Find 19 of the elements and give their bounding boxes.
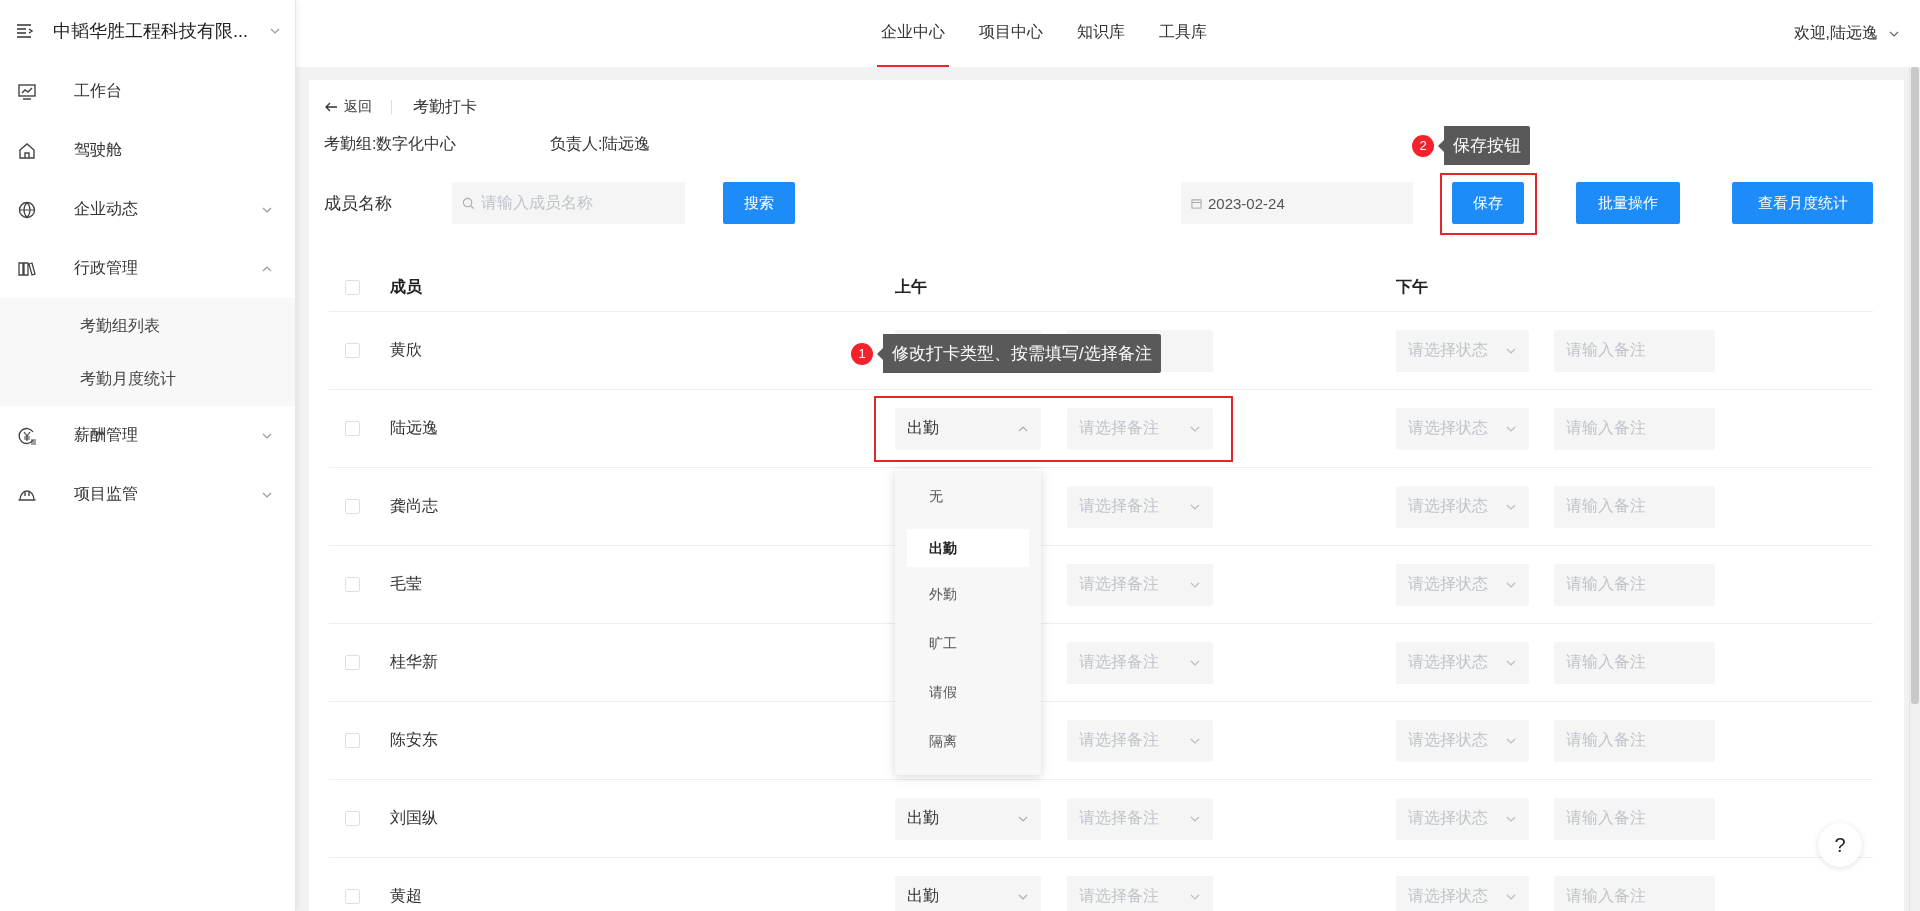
step-badge: 2	[1412, 134, 1434, 157]
column-header: 下午	[1396, 276, 1428, 297]
column-header: 上午	[895, 276, 927, 297]
member-name-label: 成员名称	[324, 192, 393, 215]
page-title: 考勤打卡	[413, 96, 477, 117]
member-name: 龚尚志	[390, 497, 438, 514]
member-name: 刘国纵	[390, 809, 438, 826]
annotation-tooltip: 修改打卡类型、按需填写/选择备注	[877, 334, 1161, 373]
annotation-tooltip: 保存按钮	[1438, 126, 1530, 165]
step-badge: 1	[851, 342, 873, 365]
member-name: 黄欣	[390, 341, 422, 358]
group-label: 考勤组:数字化中心	[324, 133, 458, 154]
owner-label: 负责人:陆远逸	[550, 133, 651, 154]
member-name: 陈安东	[390, 731, 438, 748]
column-header: 成员	[390, 277, 422, 295]
member-name: 桂华新	[390, 653, 438, 670]
member-name: 黄超	[390, 887, 422, 904]
member-name: 陆远逸	[390, 419, 438, 436]
member-name: 毛莹	[390, 575, 422, 592]
